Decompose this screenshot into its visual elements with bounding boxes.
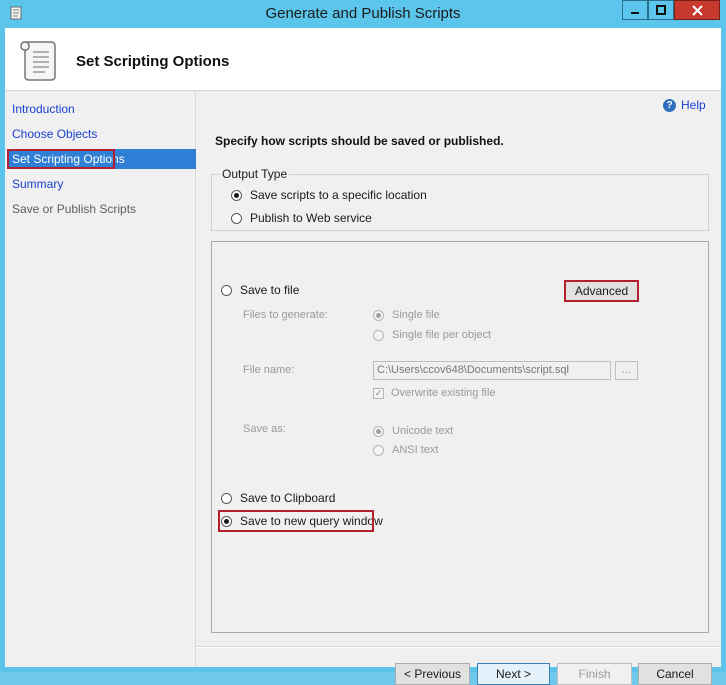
radio-label: Single file <box>392 309 440 321</box>
output-type-legend: Output Type <box>220 167 290 181</box>
file-name-label: File name: <box>243 364 295 376</box>
advanced-button[interactable]: Advanced <box>564 280 639 302</box>
sidebar-item-introduction[interactable]: Introduction <box>7 99 196 119</box>
radio-unicode-text: Unicode text <box>373 425 453 437</box>
highlight-box <box>7 149 115 169</box>
file-name-field: C:\Users\ccov648\Documents\script.sql <box>373 361 611 380</box>
cancel-button[interactable]: Cancel <box>638 663 712 685</box>
overwrite-checkbox: ✓ Overwrite existing file <box>373 387 496 399</box>
dialog-client-area: Set Scripting Options Introduction Choos… <box>5 28 721 685</box>
radio-label: Unicode text <box>392 425 454 437</box>
wizard-sidebar: Introduction Choose Objects Set Scriptin… <box>5 91 196 667</box>
radio-dot <box>373 309 384 321</box>
radio-ansi-text: ANSI text <box>373 444 438 456</box>
page-title: Set Scripting Options <box>76 53 230 70</box>
radio-label: ANSI text <box>392 444 439 456</box>
help-icon: ? <box>663 98 676 112</box>
files-to-generate-label: Files to generate: <box>243 309 328 321</box>
maximize-icon <box>656 5 666 15</box>
maximize-button[interactable] <box>648 0 674 20</box>
window-title: Generate and Publish Scripts <box>265 5 461 22</box>
close-icon <box>691 4 703 16</box>
instruction-text: Specify how scripts should be saved or p… <box>215 134 504 148</box>
radio-label: Publish to Web service <box>250 211 372 225</box>
minimize-icon <box>631 12 639 14</box>
radio-dot <box>231 212 242 224</box>
output-type-group: Output Type Save scripts to a specific l… <box>211 167 709 231</box>
help-label: Help <box>681 98 706 112</box>
previous-button[interactable]: < Previous <box>395 663 470 685</box>
footer-divider <box>196 646 721 648</box>
radio-dot <box>373 444 384 456</box>
radio-label: Single file per object <box>392 329 492 341</box>
save-options-panel: Save to file Advanced Files to generate:… <box>211 241 709 633</box>
radio-single-file: Single file <box>373 309 440 321</box>
title-bar[interactable]: Generate and Publish Scripts <box>0 0 726 28</box>
finish-button: Finish <box>557 663 632 685</box>
radio-dot <box>221 284 232 296</box>
radio-save-to-location[interactable]: Save scripts to a specific location <box>231 188 427 202</box>
sidebar-item-save-or-publish: Save or Publish Scripts <box>12 202 137 216</box>
dialog-window: Generate and Publish Scripts Set Scripti… <box>0 0 726 685</box>
minimize-button[interactable] <box>622 0 648 20</box>
radio-dot <box>221 492 232 504</box>
radio-label: Save to file <box>240 283 300 297</box>
checkbox-label: Overwrite existing file <box>391 387 496 399</box>
radio-dot <box>231 189 242 201</box>
help-link[interactable]: ? Help <box>663 98 706 112</box>
radio-single-file-per-object: Single file per object <box>373 329 491 341</box>
radio-label: Save scripts to a specific location <box>250 188 427 202</box>
radio-label: Save to Clipboard <box>240 491 336 505</box>
sidebar-item-summary[interactable]: Summary <box>7 174 196 194</box>
wizard-header: Set Scripting Options <box>5 28 721 91</box>
radio-dot <box>373 425 384 437</box>
radio-save-to-file[interactable]: Save to file <box>221 283 299 297</box>
sidebar-item-choose-objects[interactable]: Choose Objects <box>7 124 196 144</box>
scroll-icon <box>20 41 56 81</box>
radio-save-to-clipboard[interactable]: Save to Clipboard <box>221 491 335 505</box>
radio-dot <box>373 329 384 341</box>
wizard-main-panel: ? Help Specify how scripts should be sav… <box>196 91 721 685</box>
browse-button: ... <box>615 361 638 380</box>
next-button[interactable]: Next > <box>477 663 550 685</box>
highlight-box <box>218 510 374 532</box>
radio-publish-web-service[interactable]: Publish to Web service <box>231 211 372 225</box>
check-icon: ✓ <box>373 387 384 399</box>
save-as-label: Save as: <box>243 423 286 435</box>
close-button[interactable] <box>674 0 720 20</box>
